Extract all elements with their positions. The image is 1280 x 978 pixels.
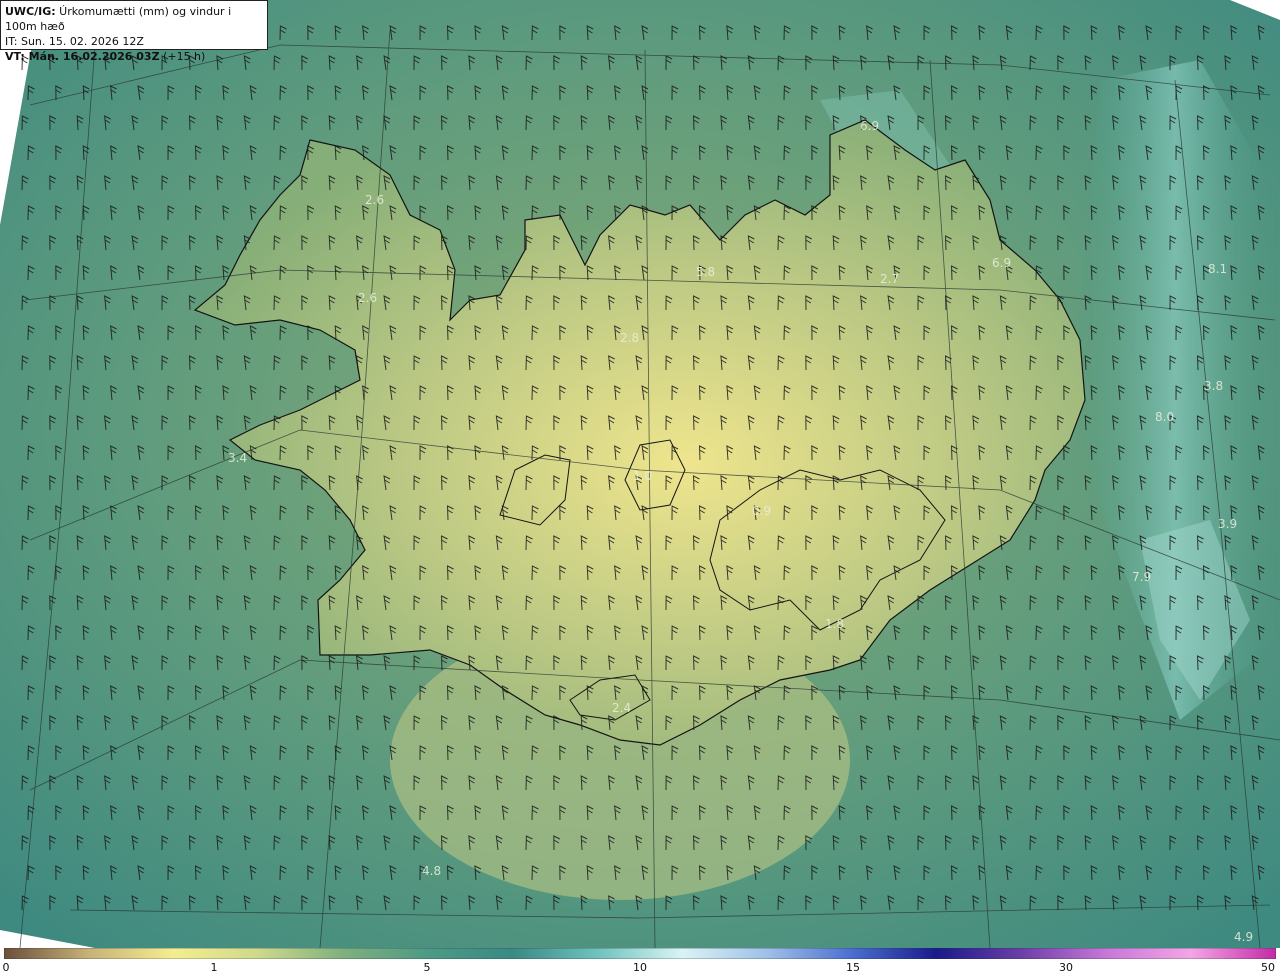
map-value-label: 2.8 — [620, 331, 639, 345]
colorbar-tick-label: 5 — [423, 961, 431, 974]
weather-map[interactable]: 6.9 2.6 5.8 2.7 6.9 8.1 2.6 2.8 3.8 8.0 … — [0, 0, 1280, 948]
map-value-label: 1.0 — [633, 469, 652, 483]
colorbar: 0 1 5 10 15 30 50 — [0, 948, 1280, 978]
map-header-box: UWC/IG: Úrkomumætti (mm) og vindur i 100… — [0, 0, 268, 63]
map-value-label: 5.8 — [696, 265, 715, 279]
map-title: UWC/IG: Úrkomumætti (mm) og vindur i 100… — [5, 4, 263, 34]
map-value-label: 2.6 — [358, 291, 377, 305]
initial-time: IT: Sun. 15. 02. 2026 12Z — [5, 35, 144, 48]
map-value-label: 0.9 — [752, 504, 771, 518]
colorbar-tick-label: 30 — [1059, 961, 1073, 974]
map-value-label: 2.7 — [880, 272, 899, 286]
map-value-label: 3.8 — [1204, 379, 1223, 393]
colorbar-tick-label: 50 — [1261, 961, 1275, 974]
map-value-label: 8.0 — [1155, 410, 1174, 424]
map-value-label: 4.9 — [1234, 930, 1253, 944]
valid-time: VT: Mán. 16.02.2026 03Z (+15 h) — [5, 49, 263, 64]
map-value-label: 6.9 — [860, 119, 879, 133]
map-value-label: 2.6 — [365, 193, 384, 207]
colorbar-tick-label: 0 — [2, 961, 10, 974]
map-value-label: 3.4 — [228, 451, 247, 465]
map-value-label: 7.9 — [1132, 570, 1151, 584]
map-value-label: 6.9 — [992, 256, 1011, 270]
map-value-label: 8.1 — [1208, 262, 1227, 276]
colorbar-tick-label: 15 — [846, 961, 860, 974]
product-code: UWC/IG: — [5, 5, 56, 18]
colorbar-tick-label: 10 — [633, 961, 647, 974]
map-value-label: 2.4 — [612, 701, 631, 715]
forecast-offset: (+15 h) — [159, 50, 206, 63]
valid-time-label: VT: Mán. 16.02.2026 03Z — [5, 50, 160, 63]
colorbar-scale — [4, 948, 1276, 959]
map-value-label: 3.9 — [1218, 517, 1237, 531]
map-value-label: 1.8 — [825, 617, 844, 631]
colorbar-tick-label: 1 — [210, 961, 218, 974]
map-value-label: 4.8 — [422, 864, 441, 878]
